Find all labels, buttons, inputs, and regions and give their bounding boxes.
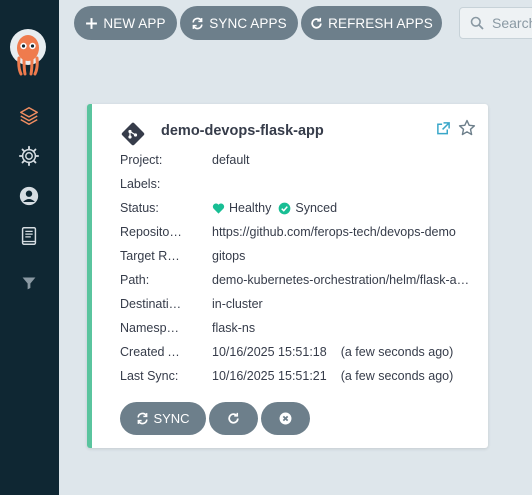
target-revision-row: Target Revision: gitops [120,249,470,267]
sync-button[interactable]: SYNC [120,402,206,435]
row-value: gitops [212,249,246,263]
refresh-apps-label: REFRESH APPS [328,15,433,31]
filter-icon[interactable] [17,271,41,295]
external-link-icon[interactable] [436,121,451,136]
sync-label: SYNC [153,411,190,426]
user-icon[interactable] [17,184,41,208]
sync-icon [137,412,149,425]
row-label: Created At: [120,345,182,359]
created-timestamp: 10/16/2025 15:51:18 [212,345,327,359]
row-value: flask-ns [212,321,256,335]
row-value: in-cluster [212,297,263,311]
docs-icon[interactable] [17,224,41,248]
sidebar [0,0,59,495]
new-app-button[interactable]: NEW APP [74,6,177,40]
path-row: Path: demo-kubernetes-orchestration/helm… [120,273,470,291]
star-icon[interactable] [458,119,476,137]
path-value: demo-kubernetes-orchestration/helm/flask… [212,273,470,287]
row-label: Labels: [120,177,161,191]
created-at-row: Created At: 10/16/2025 15:51:18 (a few s… [120,345,470,363]
app-name[interactable]: demo-devops-flask-app [161,123,324,139]
refresh-button[interactable] [209,402,258,435]
settings-icon[interactable] [17,144,41,168]
status-row: Status: Healthy Synced [120,201,470,219]
sync-status: Synced [295,201,338,215]
plus-icon [86,17,98,29]
destination-row: Destination: in-cluster [120,297,470,315]
argo-logo-icon[interactable] [9,28,47,76]
sync-icon [192,17,203,29]
row-label: Last Sync: [120,369,179,383]
sync-apps-label: SYNC APPS [209,15,287,31]
namespace-row: Namespace: flask-ns [120,321,470,339]
health-status: Healthy [229,201,272,215]
labels-row: Labels: [120,177,470,195]
refresh-apps-button[interactable]: REFRESH APPS [301,6,442,40]
created-relative: (a few seconds ago) [340,345,454,359]
row-label: Namespace: [120,321,182,335]
repository-value: https://github.com/ferops-tech/devops-de… [212,225,456,239]
project-row: Project: default [120,153,470,171]
delete-button[interactable] [261,402,310,435]
refresh-icon [228,412,239,424]
row-value: default [212,153,250,167]
new-app-label: NEW APP [103,15,166,31]
search-icon [470,16,484,30]
heart-icon [212,203,225,214]
row-label: Repository: [120,225,182,239]
sync-apps-button[interactable]: SYNC APPS [180,6,298,40]
repository-row: Repository: https://github.com/ferops-te… [120,225,470,243]
git-icon [121,122,145,146]
last-sync-value: 10/16/2025 15:51:21 (a few seconds ago) [212,369,470,383]
check-circle-icon [279,202,291,214]
last-sync-relative: (a few seconds ago) [340,369,454,383]
status-value: Healthy Synced [212,201,470,215]
last-sync-timestamp: 10/16/2025 15:51:21 [212,369,327,383]
applications-icon[interactable] [17,104,41,128]
search-input[interactable]: Search [459,7,532,39]
row-label: Path: [120,273,150,287]
last-sync-row: Last Sync: 10/16/2025 15:51:21 (a few se… [120,369,470,387]
created-value: 10/16/2025 15:51:18 (a few seconds ago) [212,345,470,359]
row-label: Target Revision: [120,249,182,263]
close-circle-icon [279,412,292,425]
row-label: Status: [120,201,159,215]
row-label: Project: [120,153,163,167]
row-label: Destination: [120,297,182,311]
refresh-icon [311,17,322,29]
search-placeholder: Search [492,15,532,31]
app-card[interactable]: demo-devops-flask-app Project: default L… [87,104,488,448]
